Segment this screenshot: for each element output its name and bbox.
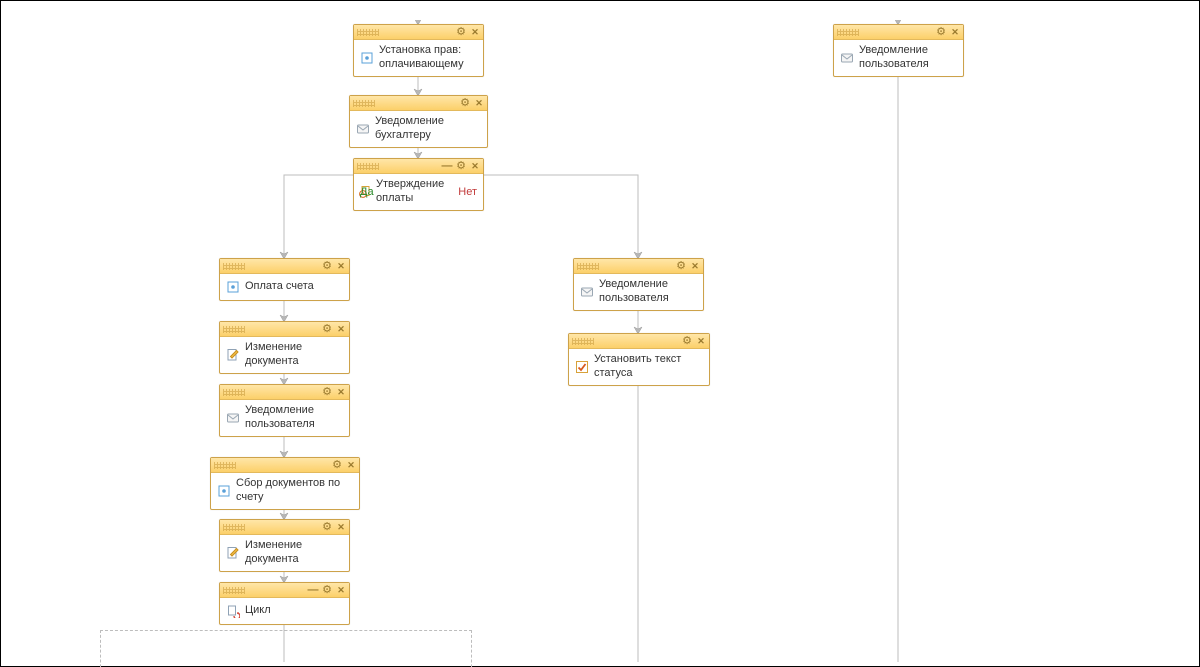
gear-icon[interactable]: ⚙ bbox=[322, 387, 332, 397]
mail-icon bbox=[356, 122, 370, 136]
mail-icon bbox=[580, 285, 594, 299]
node-titlebar[interactable]: ⚙ ✕ bbox=[354, 25, 483, 40]
node-titlebar[interactable]: ⚙ ✕ bbox=[211, 458, 359, 473]
minimize-icon[interactable]: — bbox=[308, 585, 318, 595]
node-notify-user-2[interactable]: ⚙ ✕ Уведомление пользователя bbox=[573, 258, 704, 311]
gear-icon[interactable]: ⚙ bbox=[682, 336, 692, 346]
close-icon[interactable]: ✕ bbox=[336, 522, 346, 532]
gear-icon[interactable]: ⚙ bbox=[332, 460, 342, 470]
mail-icon bbox=[840, 51, 854, 65]
node-titlebar[interactable]: ⚙ ✕ bbox=[220, 520, 349, 535]
drag-grip-icon[interactable] bbox=[223, 587, 245, 594]
drag-grip-icon[interactable] bbox=[837, 29, 859, 36]
minimize-icon[interactable]: — bbox=[442, 161, 452, 171]
gear-icon[interactable]: ⚙ bbox=[322, 585, 332, 595]
gear-icon[interactable]: ⚙ bbox=[322, 324, 332, 334]
node-label: Уведомление пользователя bbox=[599, 278, 697, 306]
node-label: Изменение документа bbox=[245, 341, 343, 369]
node-notify-accountant[interactable]: ⚙ ✕ Уведомление бухгалтеру bbox=[349, 95, 488, 148]
loop-container bbox=[100, 630, 472, 667]
drag-grip-icon[interactable] bbox=[572, 338, 594, 345]
gear-icon[interactable]: ⚙ bbox=[456, 161, 466, 171]
close-icon[interactable]: ✕ bbox=[470, 27, 480, 37]
drag-grip-icon[interactable] bbox=[223, 326, 245, 333]
loop-icon bbox=[226, 604, 240, 618]
node-set-status-text[interactable]: ⚙ ✕ Установить текст статуса bbox=[568, 333, 710, 386]
node-titlebar[interactable]: ⚙ ✕ bbox=[220, 259, 349, 274]
diagram-canvas[interactable]: ⚙ ✕ Установка прав: оплачивающему ⚙ ✕ Ув… bbox=[20, 20, 1195, 662]
node-label: Установить текст статуса bbox=[594, 353, 703, 381]
node-approve-payment[interactable]: — ⚙ ✕ Да Утверждение оплаты Нет bbox=[353, 158, 484, 211]
node-edit-doc-1[interactable]: ⚙ ✕ Изменение документа bbox=[219, 321, 350, 374]
close-icon[interactable]: ✕ bbox=[950, 27, 960, 37]
node-label: Уведомление пользователя bbox=[859, 44, 957, 72]
close-icon[interactable]: ✕ bbox=[336, 324, 346, 334]
node-notify-user-1[interactable]: ⚙ ✕ Уведомление пользователя bbox=[219, 384, 350, 437]
node-titlebar[interactable]: ⚙ ✕ bbox=[220, 385, 349, 400]
node-loop[interactable]: — ⚙ ✕ Цикл bbox=[219, 582, 350, 625]
branch-no-label: Нет bbox=[458, 186, 477, 198]
branch-yes-label: Да bbox=[360, 186, 374, 198]
square-dot-icon bbox=[226, 280, 240, 294]
drag-grip-icon[interactable] bbox=[577, 263, 599, 270]
edit-doc-icon bbox=[226, 348, 240, 362]
diagram-frame: ⚙ ✕ Установка прав: оплачивающему ⚙ ✕ Ув… bbox=[0, 0, 1200, 667]
node-label: Установка прав: оплачивающему bbox=[379, 44, 477, 72]
node-titlebar[interactable]: ⚙ ✕ bbox=[834, 25, 963, 40]
drag-grip-icon[interactable] bbox=[223, 263, 245, 270]
drag-grip-icon[interactable] bbox=[353, 100, 375, 107]
close-icon[interactable]: ✕ bbox=[696, 336, 706, 346]
node-collect-docs[interactable]: ⚙ ✕ Сбор документов по счету bbox=[210, 457, 360, 510]
node-titlebar[interactable]: ⚙ ✕ bbox=[350, 96, 487, 111]
drag-grip-icon[interactable] bbox=[223, 389, 245, 396]
gear-icon[interactable]: ⚙ bbox=[936, 27, 946, 37]
node-label: Уведомление бухгалтеру bbox=[375, 115, 481, 143]
mail-icon bbox=[226, 411, 240, 425]
gear-icon[interactable]: ⚙ bbox=[676, 261, 686, 271]
node-titlebar[interactable]: — ⚙ ✕ bbox=[220, 583, 349, 598]
gear-icon[interactable]: ⚙ bbox=[322, 522, 332, 532]
node-titlebar[interactable]: ⚙ ✕ bbox=[220, 322, 349, 337]
node-edit-doc-2[interactable]: ⚙ ✕ Изменение документа bbox=[219, 519, 350, 572]
node-titlebar[interactable]: ⚙ ✕ bbox=[574, 259, 703, 274]
close-icon[interactable]: ✕ bbox=[346, 460, 356, 470]
close-icon[interactable]: ✕ bbox=[474, 98, 484, 108]
check-box-icon bbox=[575, 360, 589, 374]
edit-doc-icon bbox=[226, 546, 240, 560]
gear-icon[interactable]: ⚙ bbox=[456, 27, 466, 37]
node-label: Цикл bbox=[245, 604, 271, 618]
node-notify-user-3[interactable]: ⚙ ✕ Уведомление пользователя bbox=[833, 24, 964, 77]
node-titlebar[interactable]: ⚙ ✕ bbox=[569, 334, 709, 349]
close-icon[interactable]: ✕ bbox=[336, 387, 346, 397]
drag-grip-icon[interactable] bbox=[223, 524, 245, 531]
drag-grip-icon[interactable] bbox=[214, 462, 236, 469]
close-icon[interactable]: ✕ bbox=[336, 585, 346, 595]
node-label: Уведомление пользователя bbox=[245, 404, 343, 432]
square-dot-icon bbox=[217, 484, 231, 498]
square-dot-icon bbox=[360, 51, 374, 65]
node-label: Изменение документа bbox=[245, 539, 343, 567]
node-pay-invoice[interactable]: ⚙ ✕ Оплата счета bbox=[219, 258, 350, 301]
node-set-rights[interactable]: ⚙ ✕ Установка прав: оплачивающему bbox=[353, 24, 484, 77]
drag-grip-icon[interactable] bbox=[357, 163, 379, 170]
node-titlebar[interactable]: — ⚙ ✕ bbox=[354, 159, 483, 174]
close-icon[interactable]: ✕ bbox=[470, 161, 480, 171]
node-label: Сбор документов по счету bbox=[236, 477, 353, 505]
node-label: Оплата счета bbox=[245, 280, 314, 294]
close-icon[interactable]: ✕ bbox=[690, 261, 700, 271]
drag-grip-icon[interactable] bbox=[357, 29, 379, 36]
close-icon[interactable]: ✕ bbox=[336, 261, 346, 271]
gear-icon[interactable]: ⚙ bbox=[322, 261, 332, 271]
gear-icon[interactable]: ⚙ bbox=[460, 98, 470, 108]
